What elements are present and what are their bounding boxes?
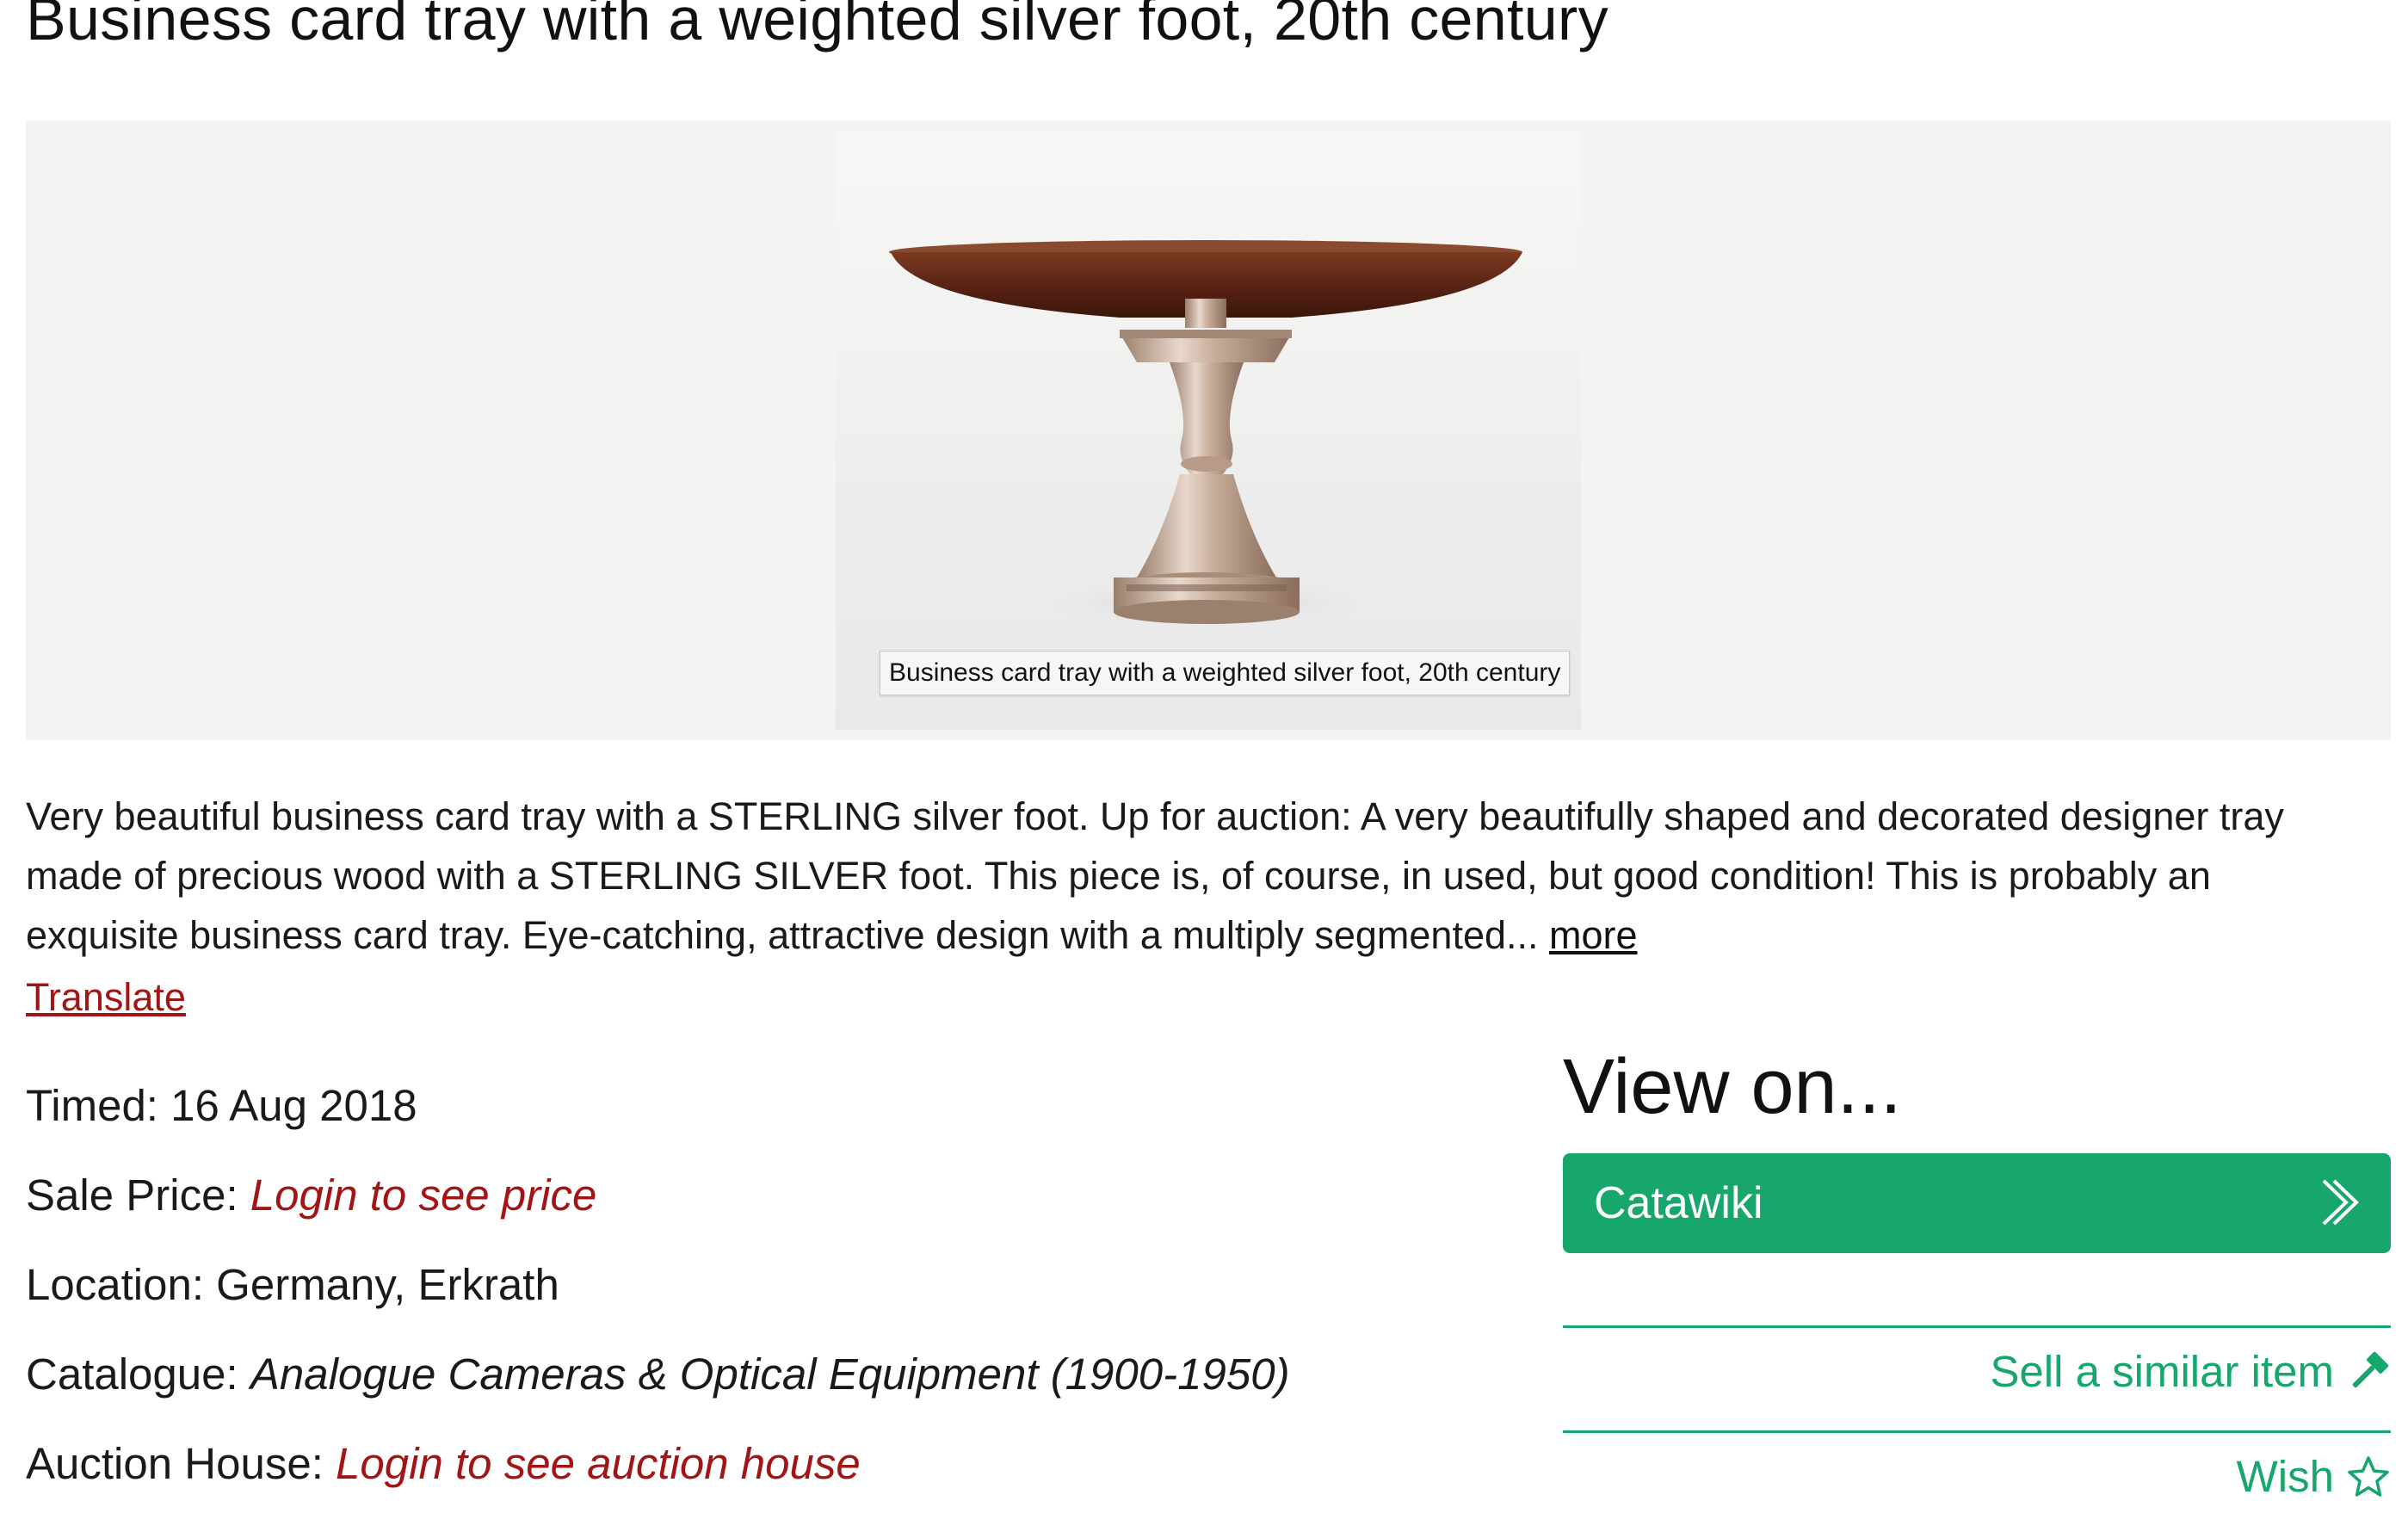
more-link[interactable]: more — [1549, 913, 1638, 957]
detail-timed: Timed: 16 Aug 2018 — [26, 1076, 417, 1136]
detail-auction-house: Auction House: Login to see auction hous… — [26, 1434, 861, 1494]
image-panel: Business card tray with a weighted silve… — [26, 120, 2391, 740]
catawiki-button-label: Catawiki — [1594, 1178, 1763, 1228]
page-title: Business card tray with a weighted silve… — [26, 0, 1608, 53]
wish-label: Wish — [2236, 1452, 2334, 1501]
lot-description: Very beautiful business card tray with a… — [26, 787, 2367, 965]
chevron-right-icon — [2322, 1179, 2359, 1226]
lot-page: Business card tray with a weighted silve… — [0, 0, 2408, 1538]
product-image[interactable] — [836, 130, 1581, 730]
divider — [1563, 1430, 2391, 1433]
catawiki-button[interactable]: Catawiki — [1563, 1153, 2391, 1253]
hammer-icon — [2352, 1351, 2389, 1387]
product-photo-illustration — [889, 240, 1522, 629]
sell-similar-item-label: Sell a similar item — [1990, 1347, 2334, 1396]
divider — [1563, 1325, 2391, 1328]
sale-price-login-link[interactable]: Login to see price — [250, 1170, 597, 1220]
image-tooltip: Business card tray with a weighted silve… — [880, 651, 1571, 695]
timed-label: Timed: — [26, 1081, 158, 1130]
catalogue-label: Catalogue: — [26, 1350, 238, 1399]
view-on-heading: View on... — [1563, 1044, 1902, 1130]
catalogue-value: Analogue Cameras & Optical Equipment (19… — [250, 1350, 1290, 1399]
location-label: Location: — [26, 1260, 204, 1309]
detail-sale-price: Sale Price: Login to see price — [26, 1165, 596, 1226]
star-outline-icon — [2348, 1455, 2389, 1497]
sell-similar-item-link[interactable]: Sell a similar item — [1990, 1346, 2391, 1397]
auction-house-login-link[interactable]: Login to see auction house — [336, 1439, 861, 1488]
location-value: Germany, Erkrath — [216, 1260, 559, 1309]
sale-price-label: Sale Price: — [26, 1170, 238, 1220]
translate-link[interactable]: Translate — [26, 967, 186, 1027]
auction-house-label: Auction House: — [26, 1439, 324, 1488]
timed-value: 16 Aug 2018 — [170, 1081, 417, 1130]
wish-link[interactable]: Wish — [2237, 1451, 2391, 1502]
detail-catalogue: Catalogue: Analogue Cameras & Optical Eq… — [26, 1344, 1290, 1405]
description-text: Very beautiful business card tray with a… — [26, 794, 2284, 957]
detail-location: Location: Germany, Erkrath — [26, 1255, 559, 1315]
